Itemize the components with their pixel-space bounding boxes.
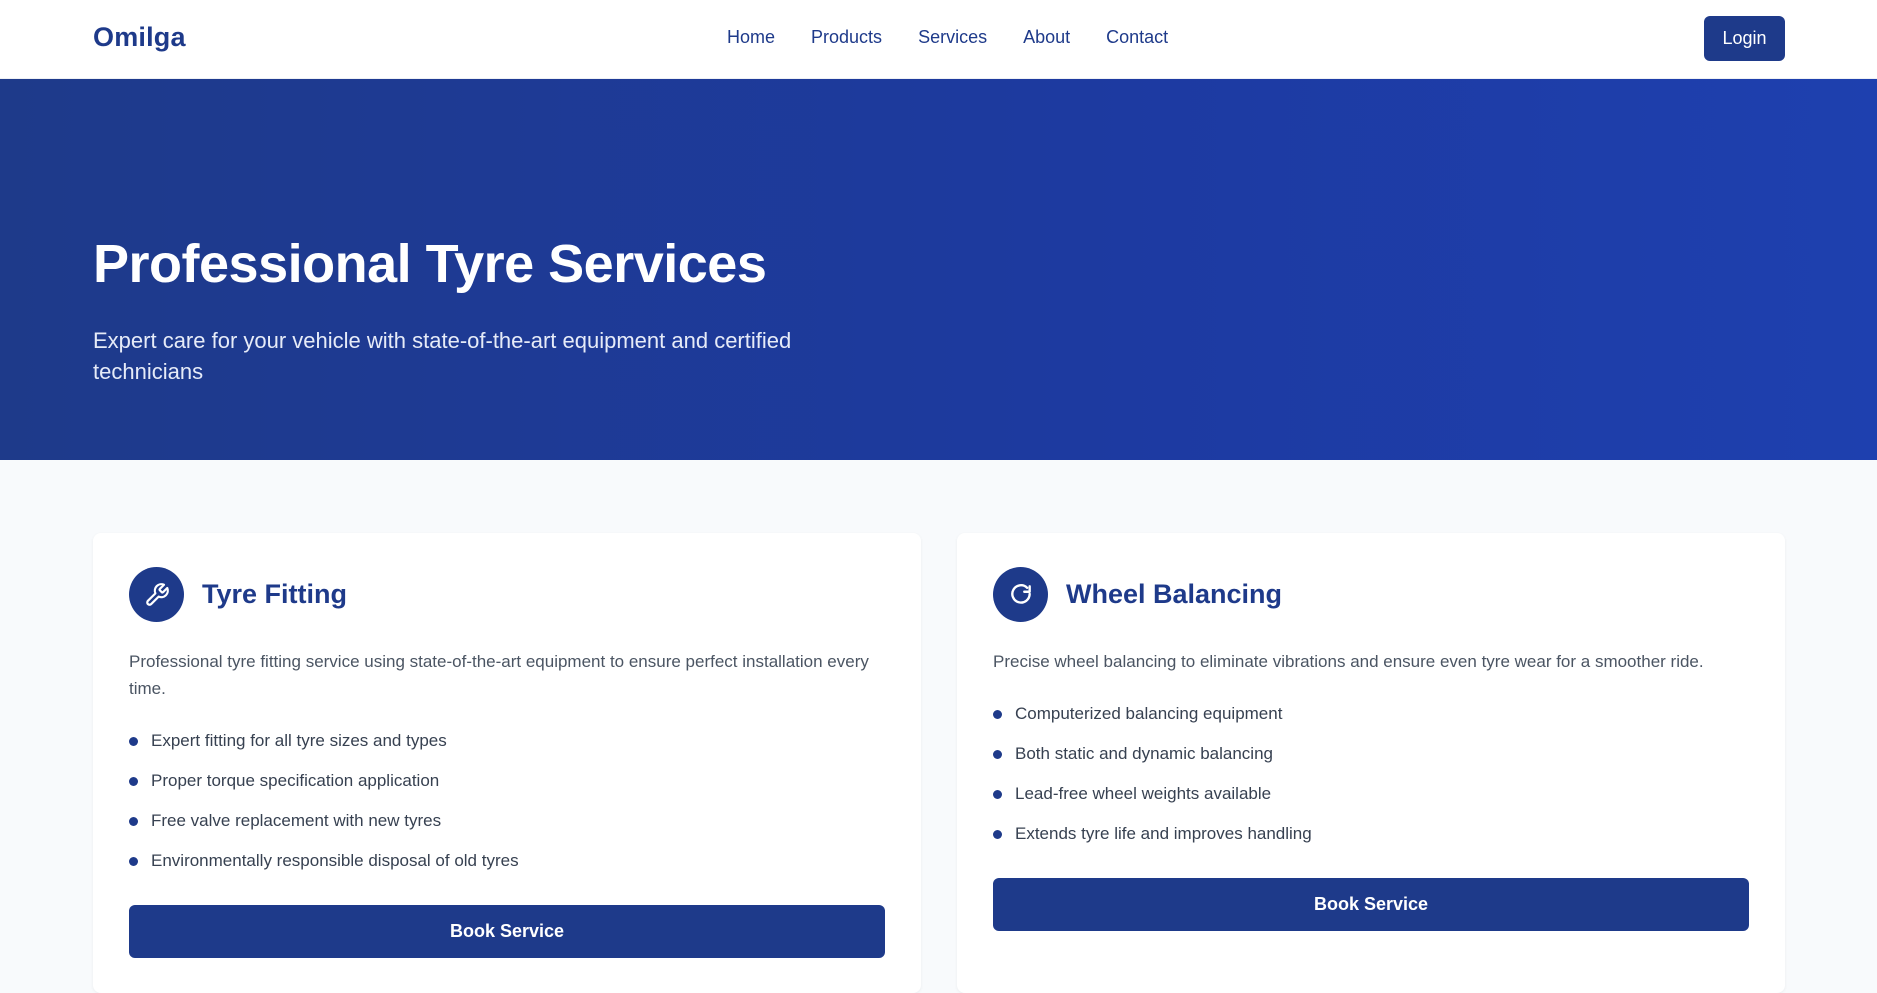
bullet-icon bbox=[129, 777, 138, 786]
login-button[interactable]: Login bbox=[1704, 16, 1785, 61]
nav-link-home[interactable]: Home bbox=[727, 27, 775, 48]
feature-text: Both static and dynamic balancing bbox=[1015, 744, 1273, 763]
card-description: Precise wheel balancing to eliminate vib… bbox=[993, 652, 1704, 671]
feature-list: Computerized balancing equipment Both st… bbox=[993, 702, 1312, 862]
hero-subtitle: Expert care for your vehicle with state-… bbox=[93, 328, 792, 384]
card-description: Professional tyre fitting service using … bbox=[129, 652, 869, 698]
feature-text: Expert fitting for all tyre sizes and ty… bbox=[151, 731, 447, 750]
bullet-icon bbox=[129, 857, 138, 866]
feature-item: Both static and dynamic balancing bbox=[993, 742, 1312, 782]
card-header: Wheel Balancing bbox=[993, 567, 1282, 622]
bullet-icon bbox=[129, 817, 138, 826]
feature-text: Computerized balancing equipment bbox=[1015, 704, 1283, 723]
feature-item: Lead-free wheel weights available bbox=[993, 782, 1312, 822]
brand-logo[interactable]: Omilga bbox=[93, 22, 186, 53]
nav-link-contact[interactable]: Contact bbox=[1106, 27, 1168, 48]
feature-text: Lead-free wheel weights available bbox=[1015, 784, 1272, 803]
hero-banner: Professional Tyre Services Expert care f… bbox=[0, 79, 1877, 460]
book-service-button[interactable]: Book Service bbox=[129, 905, 885, 958]
book-service-button[interactable]: Book Service bbox=[993, 878, 1749, 931]
service-card-wheel-balancing: Wheel Balancing Precise wheel balancing … bbox=[957, 533, 1785, 993]
top-navigation-bar: Omilga Home Products Services About Cont… bbox=[0, 0, 1877, 79]
feature-item: Environmentally responsible disposal of … bbox=[129, 849, 519, 889]
main-nav: Home Products Services About Contact bbox=[727, 27, 1168, 48]
feature-item: Computerized balancing equipment bbox=[993, 702, 1312, 742]
bullet-icon bbox=[993, 790, 1002, 799]
bullet-icon bbox=[129, 737, 138, 746]
nav-link-services[interactable]: Services bbox=[918, 27, 987, 48]
wrench-icon bbox=[129, 567, 184, 622]
hero-title: Professional Tyre Services bbox=[93, 234, 767, 294]
service-card-tyre-fitting: Tyre Fitting Professional tyre fitting s… bbox=[93, 533, 921, 993]
card-title: Tyre Fitting bbox=[202, 579, 347, 609]
card-title: Wheel Balancing bbox=[1066, 579, 1283, 609]
feature-item: Proper torque specification application bbox=[129, 769, 519, 809]
feature-text: Environmentally responsible disposal of … bbox=[151, 851, 519, 870]
feature-text: Proper torque specification application bbox=[151, 771, 440, 790]
feature-list: Expert fitting for all tyre sizes and ty… bbox=[129, 729, 519, 889]
card-header: Tyre Fitting bbox=[129, 567, 347, 622]
feature-text: Extends tyre life and improves handling bbox=[1015, 824, 1312, 843]
bullet-icon bbox=[993, 750, 1002, 759]
feature-item: Free valve replacement with new tyres bbox=[129, 809, 519, 849]
refresh-icon bbox=[993, 567, 1048, 622]
feature-item: Extends tyre life and improves handling bbox=[993, 822, 1312, 862]
bullet-icon bbox=[993, 830, 1002, 839]
nav-link-about[interactable]: About bbox=[1023, 27, 1070, 48]
nav-link-products[interactable]: Products bbox=[811, 27, 882, 48]
feature-item: Expert fitting for all tyre sizes and ty… bbox=[129, 729, 519, 769]
bullet-icon bbox=[993, 710, 1002, 719]
feature-text: Free valve replacement with new tyres bbox=[151, 811, 442, 830]
